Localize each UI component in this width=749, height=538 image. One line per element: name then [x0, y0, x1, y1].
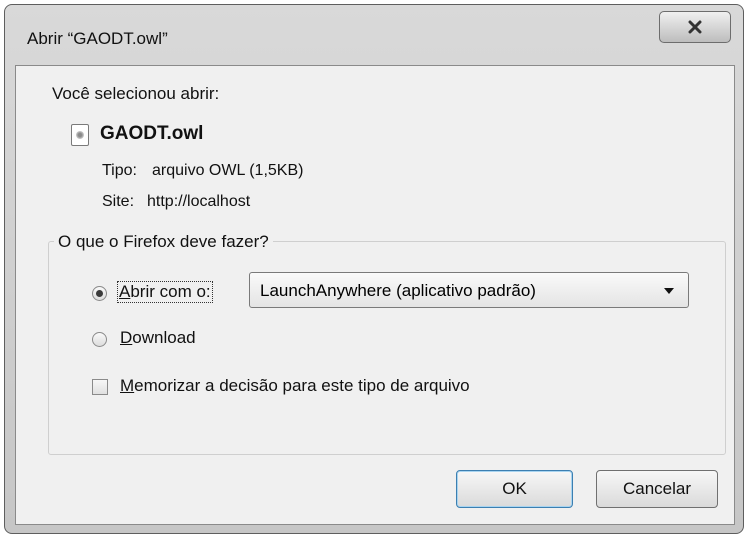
open-with-accel: A [119, 282, 131, 301]
action-group-title: O que o Firefox deve fazer? [54, 232, 273, 252]
download-radio[interactable] [92, 332, 107, 347]
remember-checkbox[interactable] [92, 379, 108, 395]
cancel-button[interactable]: Cancelar [596, 470, 718, 508]
close-button[interactable] [659, 11, 731, 43]
download-label-text: ownload [132, 328, 196, 347]
application-select-value: LaunchAnywhere (aplicativo padrão) [260, 281, 536, 300]
close-icon [688, 20, 702, 34]
remember-label-text: emorizar a decisão para este tipo de arq… [134, 376, 470, 395]
download-label[interactable]: Download [120, 328, 196, 348]
type-label: Tipo: [102, 162, 137, 179]
prompt-text: Você selecionou abrir: [52, 84, 220, 103]
open-with-radio[interactable] [92, 286, 107, 301]
site-label: Site: [102, 193, 135, 210]
remember-label[interactable]: Memorizar a decisão para este tipo de ar… [120, 376, 470, 396]
ok-button[interactable]: OK [456, 470, 573, 508]
dialog-window: Abrir “GAODT.owl” Você selecionou abrir:… [4, 4, 744, 534]
open-with-label-text: brir com o: [130, 282, 211, 301]
site-value: http://localhost [147, 193, 251, 210]
file-name: GAODT.owl [100, 123, 204, 144]
chevron-down-icon [664, 288, 674, 294]
type-value: arquivo OWL (1,5KB) [152, 162, 304, 179]
window-title: Abrir “GAODT.owl” [27, 29, 168, 48]
title-bar[interactable]: Abrir “GAODT.owl” [5, 5, 743, 65]
download-accel: D [120, 328, 133, 347]
remember-accel: M [120, 376, 135, 395]
dialog-body: Você selecionou abrir: GAODT.owl Tipo: a… [15, 65, 735, 525]
open-with-label[interactable]: Abrir com o: [117, 281, 213, 303]
file-icon [71, 124, 89, 146]
application-select[interactable]: LaunchAnywhere (aplicativo padrão) [249, 272, 689, 308]
